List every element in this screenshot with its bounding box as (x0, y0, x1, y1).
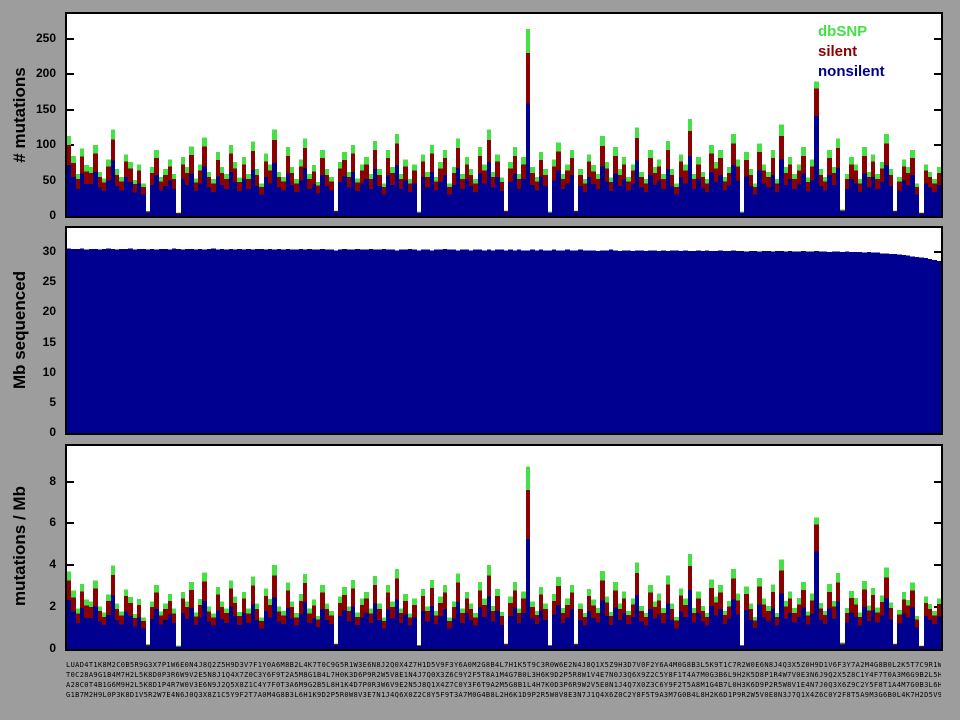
legend: dbSNP silent nonsilent (818, 22, 885, 82)
yaxis-label-mutations-per-mb: mutations / Mb (10, 416, 34, 676)
ytick-label: 15 (0, 335, 56, 349)
ytick-label: 25 (0, 274, 56, 288)
xaxis-sample-labels: LUAD4T1K8M2C0B5R9G3X7P1W6E0N4J8Q2Z5H9D3V… (66, 660, 941, 702)
ytick-label: 10 (0, 365, 56, 379)
ytick-label: 250 (0, 31, 56, 45)
xaxis-label-noise-row: G1B7M2H9L0P3K8D1V5R2W7E4N6J0Q3X8Z1C5Y9F2… (66, 690, 941, 700)
mb-sequenced-bars (67, 228, 941, 433)
ytick-label: 8 (0, 474, 56, 488)
ytick-label: 5 (0, 395, 56, 409)
legend-item-dbsnp: dbSNP (818, 22, 885, 42)
ytick-label: 0 (0, 641, 56, 655)
ytick-label: 4 (0, 557, 56, 571)
panel-mutation-counts (65, 12, 943, 218)
ytick-label: 0 (0, 208, 56, 222)
mutation-rate-bars (67, 446, 941, 649)
ytick-label: 20 (0, 304, 56, 318)
ytick-label: 6 (0, 515, 56, 529)
xaxis-label-noise-row: LUAD4T1K8M2C0B5R9G3X7P1W6E0N4J8Q2Z5H9D3V… (66, 660, 941, 670)
ytick-label: 0 (0, 425, 56, 439)
xaxis-label-noise-row: T0C28A9G1B4M7H2L5K8D0P3R6W9V2E5N8J1Q4X7Z… (66, 670, 941, 680)
xaxis-label-noise-row: A28C0T4B1G6M9H2L5K8D1P4R7W0V3E6N9J2Q5X8Z… (66, 680, 941, 690)
ytick-label: 150 (0, 102, 56, 116)
mutation-rate-figure: # mutations Mb sequenced mutations / Mb … (0, 0, 960, 720)
mutation-counts-bars (67, 14, 941, 216)
legend-item-nonsilent: nonsilent (818, 62, 885, 82)
ytick-label: 50 (0, 173, 56, 187)
panel-mutation-rate (65, 444, 943, 651)
panel-mb-sequenced (65, 226, 943, 435)
ytick-label: 200 (0, 66, 56, 80)
legend-item-silent: silent (818, 42, 885, 62)
ytick-label: 100 (0, 137, 56, 151)
ytick-label: 30 (0, 244, 56, 258)
ytick-label: 2 (0, 599, 56, 613)
